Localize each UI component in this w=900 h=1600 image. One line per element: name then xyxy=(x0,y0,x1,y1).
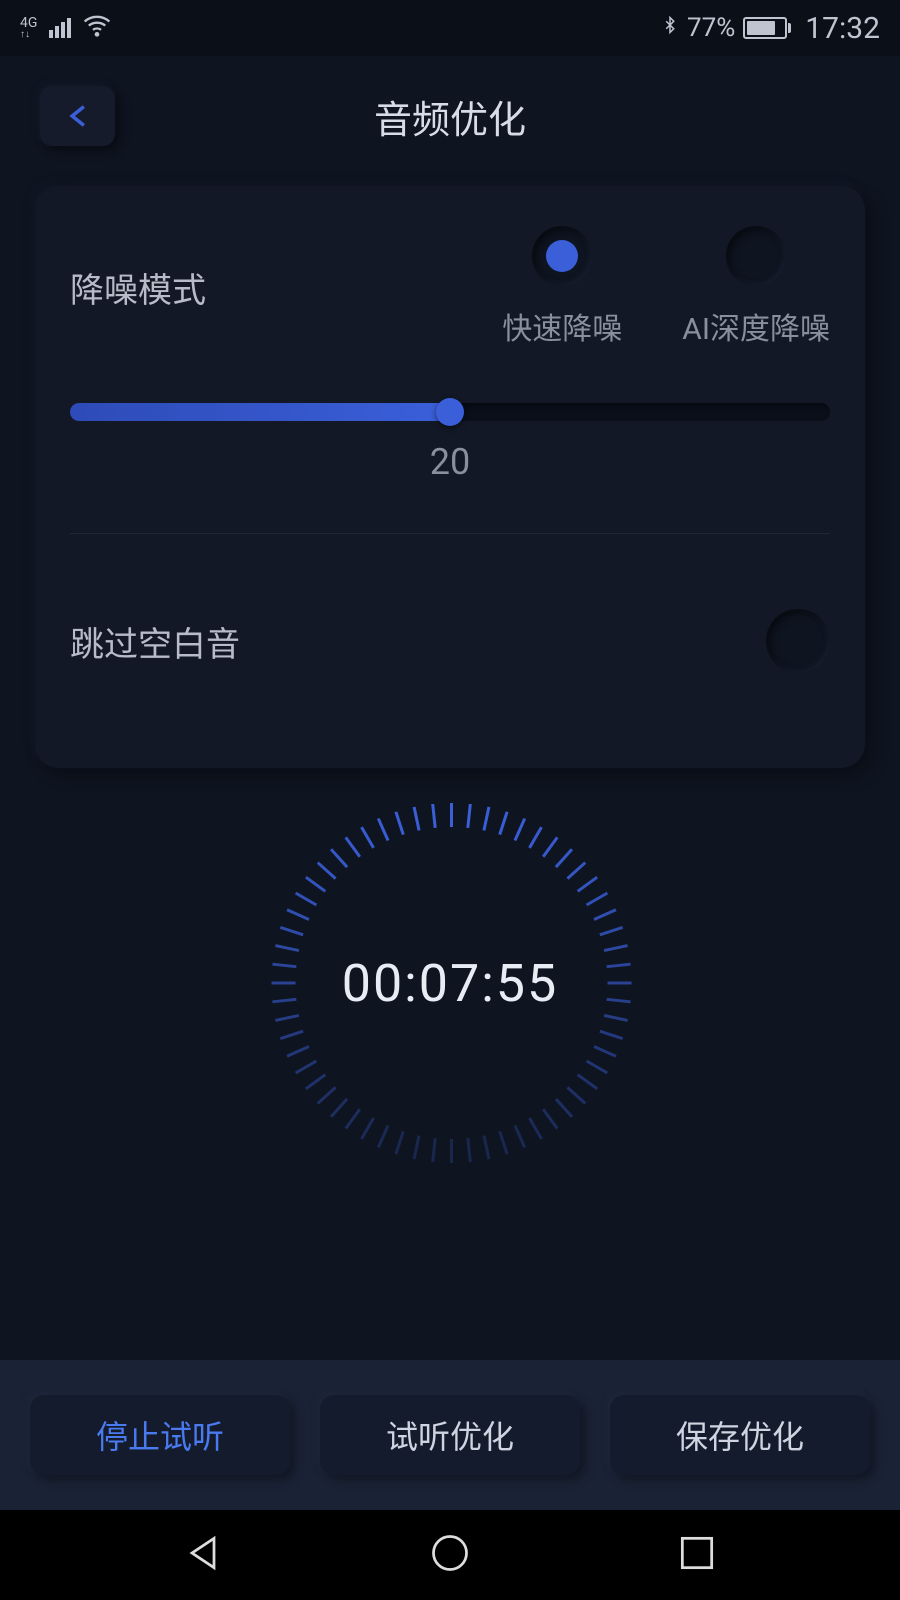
save-optimize-button[interactable]: 保存优化 xyxy=(610,1395,870,1475)
status-bar: 4G ↑↓ 77% 17:32 xyxy=(0,0,900,56)
radio-option-fast[interactable]: 快速降噪 xyxy=(502,226,622,348)
slider-fill xyxy=(70,403,450,421)
status-right: 77% 17:32 xyxy=(661,11,880,46)
signal-bars-icon xyxy=(49,18,71,38)
tick-marks xyxy=(270,803,630,1163)
battery-percent: 77% xyxy=(687,13,735,43)
bottom-panel: 停止试听 试听优化 保存优化 xyxy=(0,1360,900,1510)
nav-home-button[interactable] xyxy=(428,1531,472,1579)
network-type-icon: 4G ↑↓ xyxy=(20,16,37,40)
nav-back-button[interactable] xyxy=(181,1531,225,1579)
noise-mode-label: 降噪模式 xyxy=(70,263,270,312)
bluetooth-icon xyxy=(661,13,679,44)
noise-mode-row: 降噪模式 快速降噪 AI深度降噪 xyxy=(70,226,830,348)
slider-value: 20 xyxy=(70,441,830,483)
chevron-left-icon xyxy=(64,100,92,132)
radio-option-ai[interactable]: AI深度降噪 xyxy=(682,226,830,348)
timer-dial: 00:07:55 xyxy=(270,803,630,1163)
radio-circle-icon xyxy=(726,226,786,286)
battery-icon xyxy=(743,17,791,39)
wifi-icon xyxy=(83,11,111,46)
stop-preview-button[interactable]: 停止试听 xyxy=(30,1395,290,1475)
radio-label: AI深度降噪 xyxy=(682,304,830,348)
page-title: 音频优化 xyxy=(374,89,526,144)
noise-mode-options: 快速降噪 AI深度降噪 xyxy=(270,226,830,348)
skip-blank-row: 跳过空白音 xyxy=(70,534,830,728)
radio-label: 快速降噪 xyxy=(502,304,622,348)
radio-circle-icon xyxy=(532,226,592,286)
back-button[interactable] xyxy=(40,86,115,146)
settings-card: 降噪模式 快速降噪 AI深度降噪 20 跳过空白音 xyxy=(35,186,865,768)
skip-blank-toggle[interactable] xyxy=(766,609,830,673)
status-left: 4G ↑↓ xyxy=(20,11,111,46)
skip-blank-label: 跳过空白音 xyxy=(70,617,240,666)
header: 音频优化 xyxy=(0,56,900,176)
nav-bar xyxy=(0,1510,900,1600)
noise-level-slider: 20 xyxy=(70,403,830,534)
nav-recent-button[interactable] xyxy=(675,1531,719,1579)
preview-optimize-button[interactable]: 试听优化 xyxy=(320,1395,580,1475)
clock-time: 17:32 xyxy=(805,11,880,46)
slider-thumb[interactable] xyxy=(436,398,464,426)
timer-container: 00:07:55 xyxy=(0,803,900,1163)
slider-track[interactable] xyxy=(70,403,830,421)
